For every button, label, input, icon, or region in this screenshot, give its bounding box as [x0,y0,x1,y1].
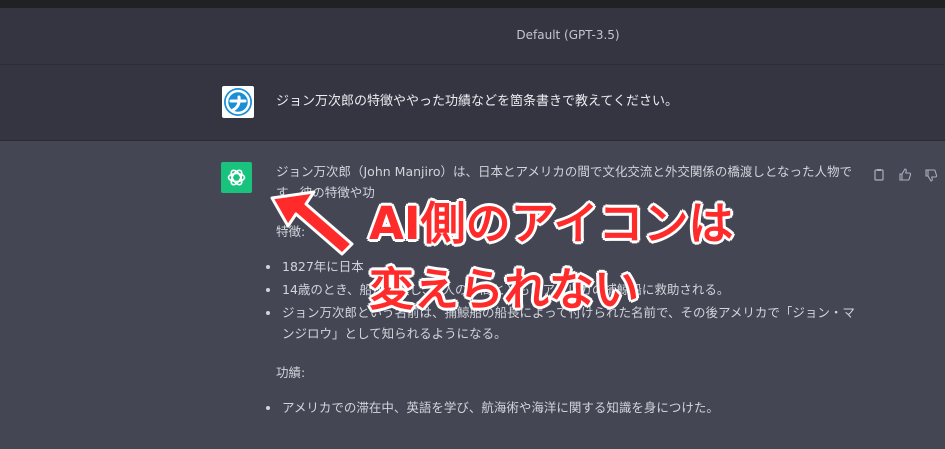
thumbs-up-icon[interactable] [898,167,912,181]
conversation-header: Default (GPT-3.5) [0,8,945,65]
user-avatar [222,86,254,118]
list-item: アメリカでの滞在中、英語を学び、航海術や海洋に関する知識を身につけた。 [266,397,866,418]
copy-icon[interactable] [872,167,886,181]
annotation-arrow-icon [270,190,354,256]
window-top-strip [0,0,945,8]
annotation-line-1: AI側のアイコンは [369,197,734,250]
model-label: Default (GPT-3.5) [516,28,620,42]
openai-logo-icon [221,162,252,193]
annotation-line-2: 変えられない [369,263,640,316]
thumbs-down-icon[interactable] [924,167,938,182]
achievements-heading: 功績: [276,365,306,380]
user-prompt-text: ジョン万次郎の特徴ややった功績などを箇条書きで教えてください。 [276,94,678,109]
achievements-list: アメリカでの滞在中、英語を学び、航海術や海洋に関する知識を身につけた。 [266,397,866,418]
user-message-row: ジョン万次郎の特徴ややった功績などを箇条書きで教えてください。 [0,65,945,141]
message-actions [872,167,938,182]
